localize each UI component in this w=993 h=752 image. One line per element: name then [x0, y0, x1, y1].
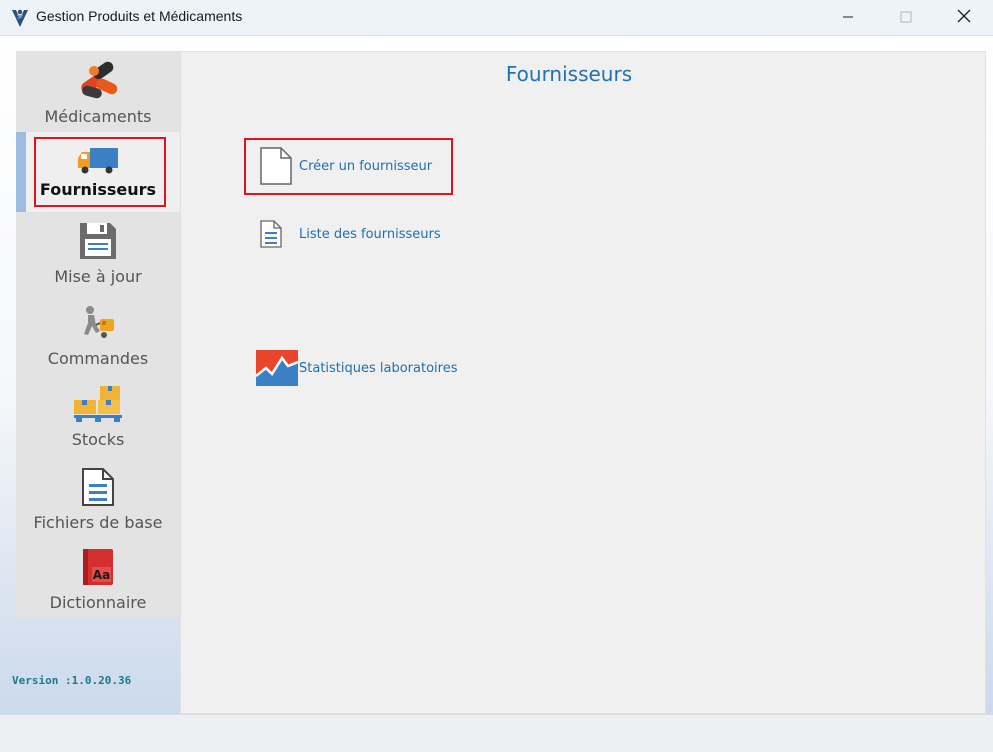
- main-panel: Fournisseurs Créer un fournisseur Liste …: [180, 51, 986, 714]
- svg-text:Aa: Aa: [93, 568, 110, 582]
- sidebar-item-dictionnaire[interactable]: Aa Dictionnaire: [16, 537, 180, 617]
- close-icon: [957, 8, 971, 27]
- pills-icon: [76, 61, 120, 105]
- sidebar-item-medicaments[interactable]: Médicaments: [16, 51, 180, 132]
- maximize-button[interactable]: [877, 0, 935, 35]
- list-document-icon: [259, 219, 299, 249]
- maximize-icon: [900, 8, 912, 27]
- sidebar-item-label: Dictionnaire: [49, 593, 147, 612]
- sidebar-item-commandes[interactable]: Commandes: [16, 293, 180, 379]
- create-supplier-label: Créer un fournisseur: [299, 158, 433, 174]
- boxes-pallet-icon: [72, 384, 124, 428]
- active-indicator: [16, 132, 26, 212]
- minimize-button[interactable]: [819, 0, 877, 35]
- sidebar-item-fichiers-de-base[interactable]: Fichiers de base: [16, 459, 180, 537]
- dictionary-icon: Aa: [80, 547, 116, 591]
- selection-frame: [34, 137, 166, 207]
- floppy-disk-icon: [78, 221, 118, 265]
- new-document-icon: [259, 146, 299, 186]
- status-strip: [0, 714, 993, 752]
- sidebar-item-label: Fichiers de base: [33, 513, 163, 532]
- close-button[interactable]: [935, 0, 993, 35]
- sidebar-item-label: Commandes: [47, 349, 149, 368]
- minimize-icon: [842, 8, 854, 27]
- supplier-list-label: Liste des fournisseurs: [299, 226, 441, 242]
- sidebar-item-label: Stocks: [71, 430, 125, 449]
- sidebar-item-stocks[interactable]: Stocks: [16, 379, 180, 459]
- statistics-chart-icon: [256, 350, 299, 386]
- laboratory-statistics-link[interactable]: Statistiques laboratoires: [256, 349, 458, 387]
- page-title: Fournisseurs: [505, 62, 633, 86]
- sidebar-item-label: Médicaments: [44, 107, 152, 126]
- sidebar-item-mise-a-jour[interactable]: Mise à jour: [16, 212, 180, 293]
- document-icon: [81, 467, 115, 511]
- sidebar: Médicaments Fournisseurs Mise à jour Com…: [16, 51, 180, 617]
- delivery-man-icon: [76, 305, 120, 347]
- laboratory-statistics-label: Statistiques laboratoires: [299, 360, 458, 376]
- title-bar: Gestion Produits et Médicaments: [0, 0, 993, 36]
- create-supplier-link[interactable]: Créer un fournisseur: [259, 145, 432, 187]
- version-label: Version :1.0.20.36: [12, 674, 132, 687]
- window-title: Gestion Produits et Médicaments: [36, 8, 243, 24]
- sidebar-item-fournisseurs[interactable]: Fournisseurs: [16, 132, 180, 212]
- supplier-list-link[interactable]: Liste des fournisseurs: [259, 218, 441, 250]
- caduceus-icon: [9, 7, 31, 29]
- sidebar-item-label: Mise à jour: [54, 267, 142, 286]
